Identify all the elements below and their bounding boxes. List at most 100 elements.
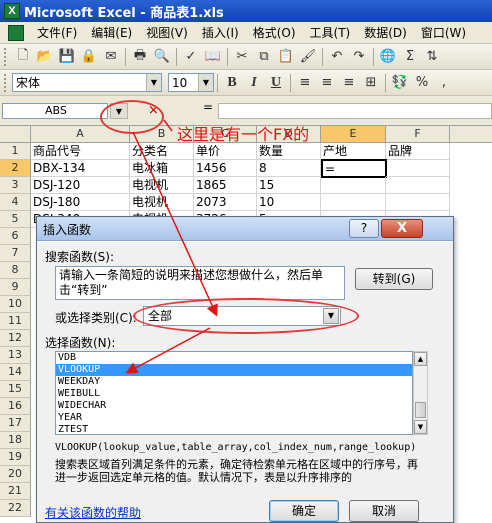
underline-button[interactable]: U (265, 73, 287, 93)
email-icon[interactable]: ✉ (100, 47, 122, 67)
chevron-down-icon[interactable]: ▼ (198, 74, 213, 91)
column-header-e[interactable]: E (321, 126, 386, 143)
row-header[interactable]: 13 (0, 347, 31, 364)
cell-f4[interactable] (386, 194, 450, 211)
print-icon[interactable]: 🖶 (129, 47, 151, 67)
cell-c1[interactable]: 单价 (194, 143, 257, 160)
name-box[interactable]: ABS (2, 103, 108, 119)
row-header[interactable]: 3 (0, 177, 31, 194)
function-list-item[interactable]: YEAR (56, 412, 412, 424)
cell-b3[interactable]: 电视机 (130, 177, 194, 194)
cut-icon[interactable]: ✂ (231, 47, 253, 67)
row-header[interactable]: 9 (0, 279, 31, 296)
undo-icon[interactable]: ↶ (326, 47, 348, 67)
row-header[interactable]: 17 (0, 415, 31, 432)
align-left-icon[interactable]: ≡ (294, 73, 316, 93)
row-header[interactable]: 10 (0, 296, 31, 313)
save-icon[interactable]: 💾 (56, 47, 78, 67)
excel-app-icon[interactable]: X (4, 3, 20, 19)
comma-style-icon[interactable]: , (433, 73, 455, 93)
sort-ascending-icon[interactable]: ⇅ (421, 47, 443, 67)
row-header[interactable]: 20 (0, 466, 31, 483)
function-list-item[interactable]: WEEKDAY (56, 376, 412, 388)
cell-d1[interactable]: 数量 (257, 143, 321, 160)
autosum-icon[interactable]: Σ (399, 47, 421, 67)
row-header[interactable]: 1 (0, 143, 31, 160)
font-size-select[interactable]: 10 ▼ (168, 73, 214, 92)
cell-e2-active[interactable]: = (321, 159, 387, 178)
search-function-input[interactable]: 请输入一条简短的说明来描述您想做什么，然后单击“转到” (55, 266, 345, 300)
menu-data[interactable]: 数据(D) (357, 23, 414, 43)
cell-a2[interactable]: DBX-134 (31, 160, 130, 177)
function-list-item[interactable]: VDB (56, 352, 412, 364)
select-all-corner[interactable] (0, 126, 31, 143)
row-header[interactable]: 2 (0, 160, 31, 177)
row-header[interactable]: 18 (0, 432, 31, 449)
function-list-item[interactable]: WIDECHAR (56, 400, 412, 412)
column-header-g[interactable] (450, 126, 492, 143)
function-list-item[interactable]: WEIBULL (56, 388, 412, 400)
hyperlink-icon[interactable]: 🌐 (377, 47, 399, 67)
function-list-scrollbar[interactable]: ▲ ▼ (413, 351, 428, 435)
toolbar-grip[interactable] (4, 73, 8, 92)
cell-a4[interactable]: DSJ-180 (31, 194, 130, 211)
workbook-icon[interactable] (8, 24, 24, 41)
cell-f3[interactable] (386, 177, 450, 194)
italic-button[interactable]: I (243, 73, 265, 93)
scroll-up-icon[interactable]: ▲ (414, 352, 427, 366)
cell-e3[interactable] (321, 177, 386, 194)
goto-button[interactable]: 转到(G) (355, 268, 433, 290)
function-help-link[interactable]: 有关该函数的帮助 (45, 504, 141, 521)
print-preview-icon[interactable]: 🔍 (151, 47, 173, 67)
research-icon[interactable]: 📖 (202, 47, 224, 67)
row-header[interactable]: 21 (0, 483, 31, 500)
cell-b2[interactable]: 电冰箱 (130, 160, 194, 177)
cell-b4[interactable]: 电视机 (130, 194, 194, 211)
function-list-item[interactable]: ZTEST (56, 424, 412, 434)
row-header[interactable]: 5 (0, 211, 31, 228)
paste-icon[interactable]: 📋 (275, 47, 297, 67)
align-right-icon[interactable]: ≡ (338, 73, 360, 93)
function-list[interactable]: VDB VLOOKUP WEEKDAY WEIBULL WIDECHAR YEA… (55, 351, 413, 435)
cell-d3[interactable]: 15 (257, 177, 321, 194)
row-header[interactable]: 6 (0, 228, 31, 245)
cell-c3[interactable]: 1865 (194, 177, 257, 194)
cell-b1[interactable]: 分类名 (130, 143, 194, 160)
cell-f1[interactable]: 品牌 (386, 143, 450, 160)
row-header[interactable]: 14 (0, 364, 31, 381)
percent-button[interactable]: % (411, 73, 433, 93)
cell-a3[interactable]: DSJ-120 (31, 177, 130, 194)
permission-icon[interactable]: 🔒 (78, 47, 100, 67)
cancel-button[interactable]: 取消 (349, 500, 419, 522)
function-list-item-selected[interactable]: VLOOKUP (56, 364, 412, 376)
spelling-icon[interactable]: ✓ (180, 47, 202, 67)
bold-button[interactable]: B (221, 73, 243, 93)
cell-c4[interactable]: 2073 (194, 194, 257, 211)
font-name-select[interactable]: 宋体 ▼ (12, 73, 162, 92)
merge-center-icon[interactable]: ⊞ (360, 73, 382, 93)
dialog-title-bar[interactable]: 插入函数 ? X (37, 217, 453, 241)
scroll-thumb[interactable] (415, 402, 426, 418)
align-center-icon[interactable]: ≡ (316, 73, 338, 93)
column-header-f[interactable]: F (386, 126, 450, 143)
cell-a1[interactable]: 商品代号 (31, 143, 130, 160)
menu-insert[interactable]: 插入(I) (195, 23, 246, 43)
open-folder-icon[interactable]: 📂 (34, 47, 56, 67)
chevron-down-icon[interactable]: ▼ (146, 74, 161, 91)
row-header[interactable]: 12 (0, 330, 31, 347)
menu-edit[interactable]: 编辑(E) (84, 23, 139, 43)
row-header[interactable]: 4 (0, 194, 31, 211)
menu-file[interactable]: 文件(F) (30, 23, 84, 43)
row-header[interactable]: 7 (0, 245, 31, 262)
cell-e4[interactable] (321, 194, 386, 211)
dialog-help-button[interactable]: ? (349, 219, 379, 238)
menu-window[interactable]: 窗口(W) (414, 23, 473, 43)
toolbar-grip[interactable] (4, 47, 8, 66)
new-document-icon[interactable]: 🗋 (12, 47, 34, 67)
cell-c2[interactable]: 1456 (194, 160, 257, 177)
currency-icon[interactable]: 💱 (389, 73, 411, 93)
copy-icon[interactable]: ⧉ (253, 47, 275, 67)
menu-tools[interactable]: 工具(T) (303, 23, 358, 43)
cell-d2[interactable]: 8 (257, 160, 321, 177)
scroll-down-icon[interactable]: ▼ (414, 420, 427, 434)
